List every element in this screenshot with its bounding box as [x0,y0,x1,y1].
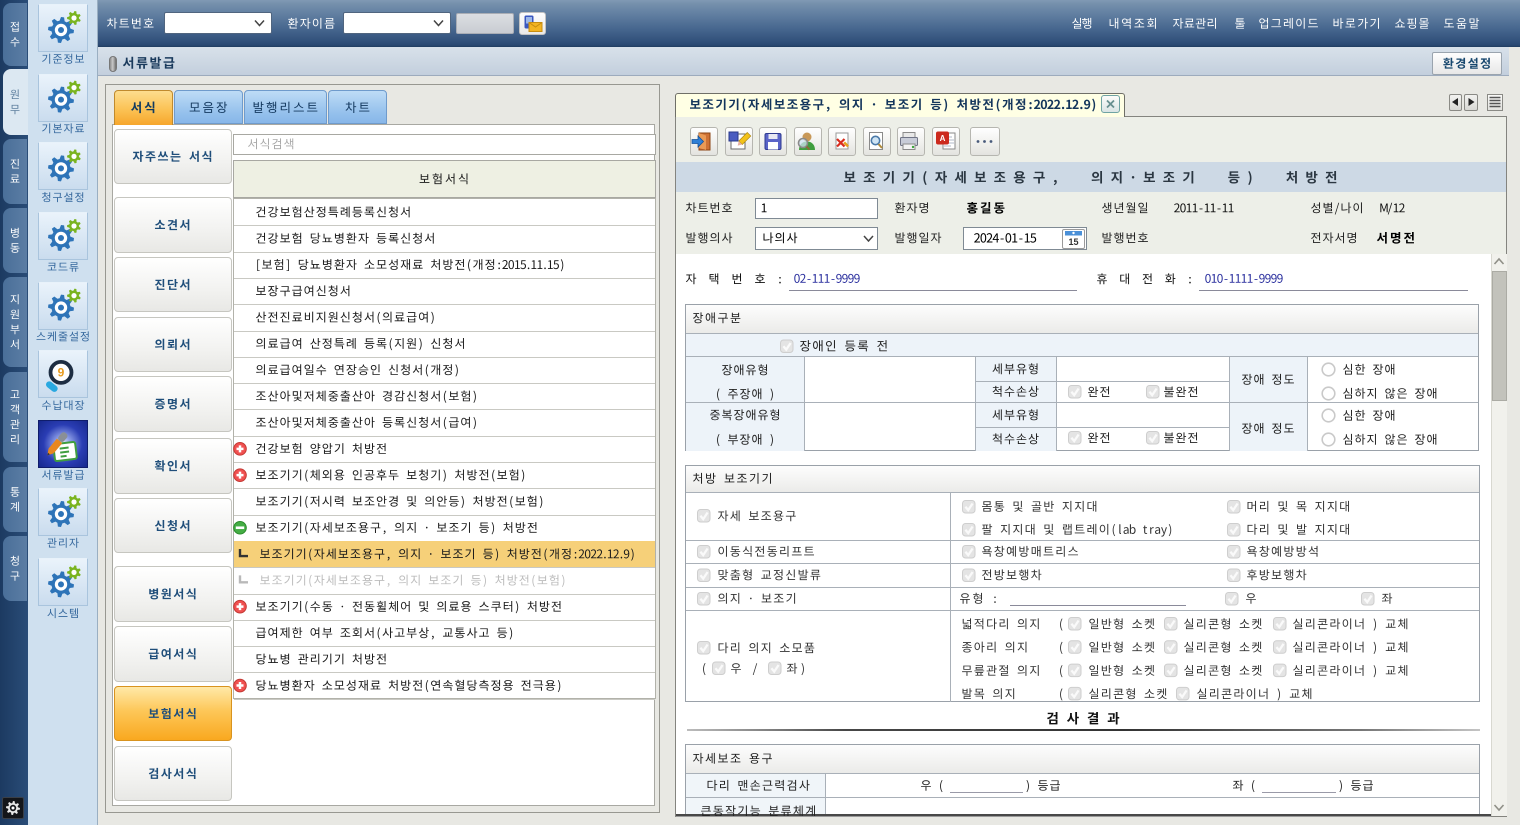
svg-text:A: A [940,134,946,143]
svg-text:9: 9 [58,365,65,379]
svg-text:15: 15 [1068,237,1078,247]
